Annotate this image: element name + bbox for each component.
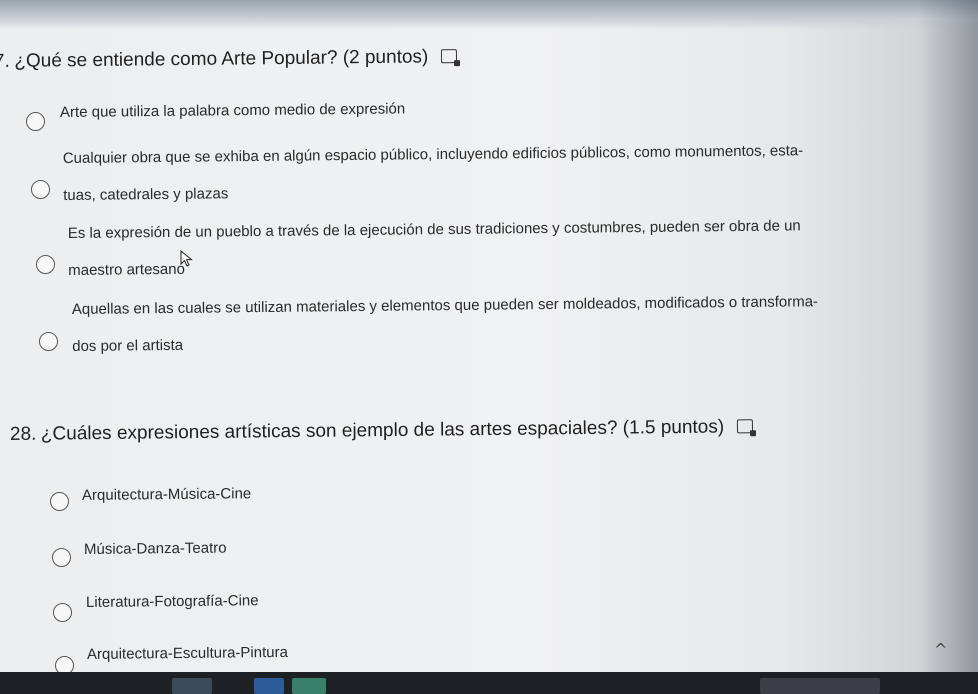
q7-option-3-radio[interactable] bbox=[36, 255, 55, 274]
image-icon[interactable] bbox=[440, 49, 457, 64]
q28-option-2-label[interactable]: Música-Danza-Teatro bbox=[84, 530, 227, 568]
q28-option-1-label[interactable]: Arquitectura-Música-Cine bbox=[82, 475, 252, 514]
q7-option-2-radio[interactable] bbox=[31, 180, 50, 199]
form-screen: 7. ¿Qué se entiende como Arte Popular? (… bbox=[0, 0, 978, 694]
mouse-pointer-icon bbox=[180, 250, 193, 267]
q28-option-3-line-1: Literatura-Fotografía-Cine bbox=[85, 592, 259, 611]
taskbar-app-icon[interactable] bbox=[172, 678, 212, 694]
taskbar-app-icon[interactable] bbox=[760, 678, 880, 694]
q7-option-2-line-1: Cualquier obra que se exhiba en algún es… bbox=[62, 142, 804, 168]
q7-option-3-line-2: maestro artesano bbox=[68, 260, 186, 279]
q28-option-3-label[interactable]: Literatura-Fotografía-Cine bbox=[86, 582, 259, 621]
q7-option-1-line-1: Arte que utiliza la palabra como medio d… bbox=[59, 100, 406, 121]
screen-top-edge bbox=[0, 0, 978, 30]
question-28-title: 28. ¿Cuáles expresiones artísticas son e… bbox=[10, 416, 753, 446]
image-icon[interactable] bbox=[736, 419, 753, 434]
taskbar-app-icon[interactable] bbox=[254, 678, 284, 694]
q7-option-4-label[interactable]: Aquellas en las cuales se utilizan mater… bbox=[72, 283, 819, 365]
q7-option-4-radio[interactable] bbox=[39, 332, 58, 351]
question-7-title: 7. ¿Qué se entiende como Arte Popular? (… bbox=[0, 46, 457, 73]
q7-option-2-label[interactable]: Cualquier obra que se exhiba en algún es… bbox=[63, 132, 804, 214]
question-7-text: ¿Qué se entiende como Arte Popular? (2 p… bbox=[14, 46, 429, 72]
q28-option-4-line-1: Arquitectura-Escultura-Pintura bbox=[86, 643, 288, 663]
q28-option-2-line-1: Música-Danza-Teatro bbox=[83, 539, 227, 558]
q7-option-4-line-2: dos por el artista bbox=[72, 336, 184, 355]
q28-option-2-radio[interactable] bbox=[52, 548, 71, 567]
question-7-number: 7. bbox=[0, 50, 10, 72]
question-28-text: ¿Cuáles expresiones artísticas son ejemp… bbox=[40, 416, 725, 445]
q7-option-4-line-1: Aquellas en las cuales se utilizan mater… bbox=[71, 293, 819, 319]
q28-option-3-radio[interactable] bbox=[53, 603, 72, 622]
q7-option-1-radio[interactable] bbox=[26, 112, 45, 131]
taskbar-app-icon[interactable] bbox=[292, 678, 326, 694]
q7-option-2-line-2: tuas, catedrales y plazas bbox=[63, 185, 229, 204]
q28-option-1-line-1: Arquitectura-Música-Cine bbox=[81, 485, 252, 504]
screen-right-shade bbox=[918, 0, 978, 694]
q28-option-4-label[interactable]: Arquitectura-Escultura-Pintura bbox=[87, 634, 288, 673]
question-28-number: 28. bbox=[9, 423, 37, 445]
q7-option-3-label[interactable]: Es la expresión de un pueblo a través de… bbox=[68, 207, 802, 289]
q7-option-3-line-1: Es la expresión de un pueblo a través de… bbox=[67, 217, 801, 243]
q7-option-1-label[interactable]: Arte que utiliza la palabra como medio d… bbox=[60, 90, 406, 131]
chevron-up-icon[interactable]: ^ bbox=[934, 640, 947, 659]
q28-option-1-radio[interactable] bbox=[50, 492, 69, 511]
